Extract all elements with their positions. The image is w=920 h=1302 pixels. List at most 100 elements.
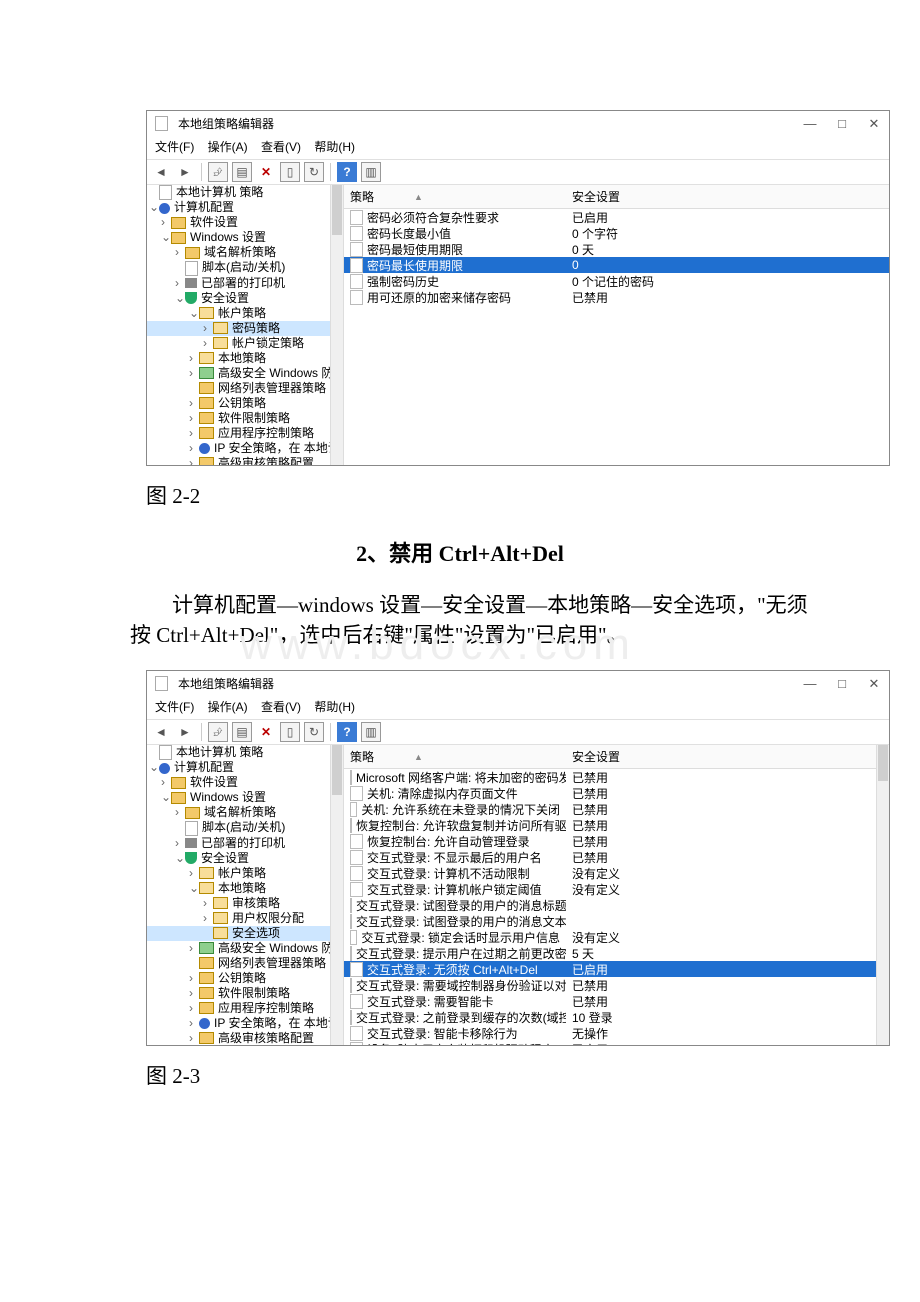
tree-item[interactable]: ›公钥策略: [147, 971, 343, 986]
expand-icon[interactable]: ⌄: [149, 200, 159, 215]
tree-item[interactable]: ›公钥策略: [147, 396, 343, 411]
expand-icon[interactable]: ›: [203, 321, 213, 336]
expand-icon[interactable]: ›: [189, 986, 199, 1001]
expand-icon[interactable]: ›: [175, 245, 185, 260]
expand-icon[interactable]: ⌄: [161, 790, 171, 805]
policy-row[interactable]: 交互式登录: 计算机帐户锁定阈值没有定义: [344, 881, 889, 897]
menu-help[interactable]: 帮助(H): [314, 700, 355, 714]
expand-icon[interactable]: ⌄: [189, 306, 199, 321]
nav-forward-icon[interactable]: ►: [175, 722, 195, 742]
policy-row[interactable]: 交互式登录: 试图登录的用户的消息标题: [344, 897, 889, 913]
policy-row[interactable]: 交互式登录: 锁定会话时显示用户信息没有定义: [344, 929, 889, 945]
tree-item[interactable]: ⌄计算机配置: [147, 200, 343, 215]
expand-icon[interactable]: ›: [189, 941, 199, 956]
expand-icon[interactable]: ⌄: [175, 291, 185, 306]
policy-row[interactable]: 交互式登录: 试图登录的用户的消息文本: [344, 913, 889, 929]
tree-item[interactable]: ⌄本地策略: [147, 881, 343, 896]
tree-item[interactable]: 安全选项: [147, 926, 343, 941]
menu-file[interactable]: 文件(F): [155, 140, 194, 154]
show-hide-icon[interactable]: ▥: [361, 162, 381, 182]
nav-tree[interactable]: 本地计算机 策略⌄计算机配置›软件设置⌄Windows 设置›域名解析策略脚本(…: [147, 745, 344, 1045]
tree-item[interactable]: ›域名解析策略: [147, 245, 343, 260]
menu-help[interactable]: 帮助(H): [314, 140, 355, 154]
policy-list[interactable]: 策略▲ 安全设置 密码必须符合复杂性要求已启用密码长度最小值0 个字符密码最短使…: [344, 185, 889, 465]
policy-row[interactable]: 交互式登录: 不显示最后的用户名已禁用: [344, 849, 889, 865]
policy-row[interactable]: 密码最长使用期限0: [344, 257, 889, 273]
policy-row[interactable]: 设备: 防止用户安装打印机驱动程序已启用: [344, 1041, 889, 1045]
maximize-button[interactable]: □: [835, 676, 849, 692]
expand-icon[interactable]: ›: [189, 426, 199, 441]
tree-item[interactable]: ›帐户策略: [147, 866, 343, 881]
tree-item[interactable]: 脚本(启动/关机): [147, 260, 343, 275]
policy-row[interactable]: 交互式登录: 无须按 Ctrl+Alt+Del已启用: [344, 961, 889, 977]
expand-icon[interactable]: ›: [189, 441, 199, 456]
expand-icon[interactable]: ⌄: [149, 760, 159, 775]
tree-item[interactable]: ›域名解析策略: [147, 805, 343, 820]
expand-icon[interactable]: ›: [189, 366, 199, 381]
expand-icon[interactable]: ›: [203, 911, 213, 926]
tree-item[interactable]: ⌄Windows 设置: [147, 790, 343, 805]
tree-scrollbar[interactable]: [330, 185, 343, 465]
policy-row[interactable]: 恢复控制台: 允许软盘复制并访问所有驱动器和所有文件夹已禁用: [344, 817, 889, 833]
expand-icon[interactable]: ⌄: [175, 851, 185, 866]
expand-icon[interactable]: ›: [175, 836, 185, 851]
up-level-icon[interactable]: ⮵: [208, 162, 228, 182]
tree-item[interactable]: ⌄帐户策略: [147, 306, 343, 321]
tree-item[interactable]: ›软件设置: [147, 215, 343, 230]
minimize-button[interactable]: —: [803, 676, 817, 692]
list-scrollbar[interactable]: [876, 745, 889, 1045]
refresh-icon[interactable]: ↻: [304, 722, 324, 742]
show-hide-icon[interactable]: ▥: [361, 722, 381, 742]
policy-row[interactable]: 密码最短使用期限0 天: [344, 241, 889, 257]
policy-row[interactable]: Microsoft 网络客户端: 将未加密的密码发送到第三方 SMB...已禁用: [344, 769, 889, 785]
tree-item[interactable]: ›高级安全 Windows 防火墙: [147, 366, 343, 381]
list-header[interactable]: 策略▲ 安全设置: [344, 185, 889, 209]
policy-row[interactable]: 交互式登录: 智能卡移除行为无操作: [344, 1025, 889, 1041]
delete-icon[interactable]: ✕: [256, 722, 276, 742]
expand-icon[interactable]: ›: [189, 1016, 199, 1031]
expand-icon[interactable]: ⌄: [189, 881, 199, 896]
policy-row[interactable]: 交互式登录: 计算机不活动限制没有定义: [344, 865, 889, 881]
policy-row[interactable]: 关机: 清除虚拟内存页面文件已禁用: [344, 785, 889, 801]
tree-item[interactable]: ›应用程序控制策略: [147, 1001, 343, 1016]
policy-row[interactable]: 交互式登录: 需要域控制器身份验证以对工作站进行解锁已禁用: [344, 977, 889, 993]
tree-item[interactable]: ›审核策略: [147, 896, 343, 911]
expand-icon[interactable]: ›: [175, 805, 185, 820]
policy-list[interactable]: 策略▲ 安全设置 Microsoft 网络客户端: 将未加密的密码发送到第三方 …: [344, 745, 889, 1045]
nav-forward-icon[interactable]: ►: [175, 162, 195, 182]
policy-row[interactable]: 密码必须符合复杂性要求已启用: [344, 209, 889, 225]
tree-item[interactable]: ⌄计算机配置: [147, 760, 343, 775]
tree-item[interactable]: ›IP 安全策略，在 本地计算机: [147, 441, 343, 456]
policy-row[interactable]: 交互式登录: 提示用户在过期之前更改密码5 天: [344, 945, 889, 961]
properties-icon[interactable]: ▤: [232, 722, 252, 742]
refresh-icon[interactable]: ↻: [304, 162, 324, 182]
tree-item[interactable]: ›IP 安全策略，在 本地计算机: [147, 1016, 343, 1031]
tree-item[interactable]: ›高级审核策略配置: [147, 1031, 343, 1045]
export-icon[interactable]: ▯: [280, 722, 300, 742]
tree-item[interactable]: ⌄Windows 设置: [147, 230, 343, 245]
menu-action[interactable]: 操作(A): [208, 700, 248, 714]
tree-item[interactable]: 网络列表管理器策略: [147, 956, 343, 971]
tree-item[interactable]: ›帐户锁定策略: [147, 336, 343, 351]
column-policy[interactable]: 策略: [350, 748, 374, 765]
column-setting[interactable]: 安全设置: [572, 750, 620, 764]
help-icon[interactable]: ?: [337, 162, 357, 182]
tree-item[interactable]: ›软件限制策略: [147, 986, 343, 1001]
menu-view[interactable]: 查看(V): [261, 140, 301, 154]
policy-row[interactable]: 关机: 允许系统在未登录的情况下关闭已禁用: [344, 801, 889, 817]
tree-item[interactable]: ›密码策略: [147, 321, 343, 336]
up-level-icon[interactable]: ⮵: [208, 722, 228, 742]
export-icon[interactable]: ▯: [280, 162, 300, 182]
menu-view[interactable]: 查看(V): [261, 700, 301, 714]
help-icon[interactable]: ?: [337, 722, 357, 742]
policy-row[interactable]: 恢复控制台: 允许自动管理登录已禁用: [344, 833, 889, 849]
nav-back-icon[interactable]: ◄: [151, 722, 171, 742]
tree-item[interactable]: ›高级审核策略配置: [147, 456, 343, 465]
close-button[interactable]: ✕: [867, 116, 881, 132]
nav-back-icon[interactable]: ◄: [151, 162, 171, 182]
column-setting[interactable]: 安全设置: [572, 190, 620, 204]
expand-icon[interactable]: ›: [203, 896, 213, 911]
expand-icon[interactable]: ›: [189, 866, 199, 881]
expand-icon[interactable]: ›: [189, 971, 199, 986]
menu-file[interactable]: 文件(F): [155, 700, 194, 714]
